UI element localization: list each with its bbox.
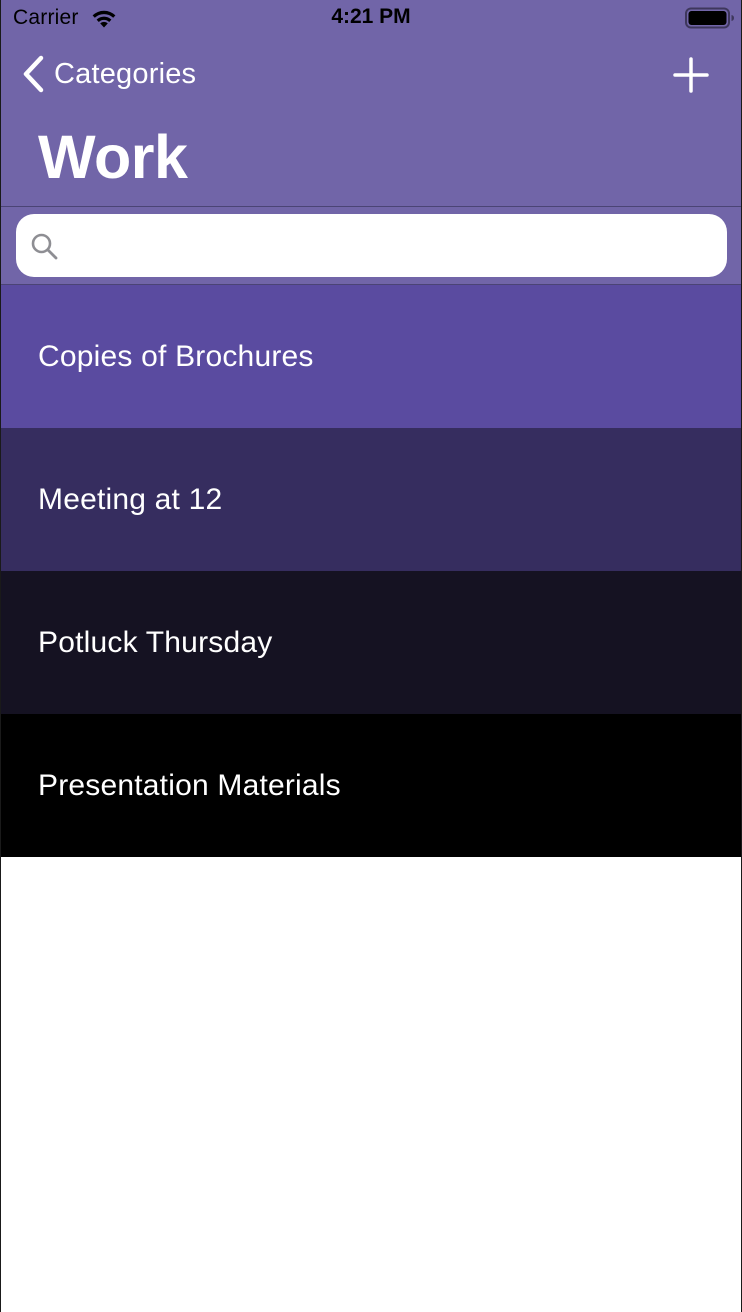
search-field[interactable]	[16, 214, 727, 279]
search-icon	[31, 233, 58, 260]
search-bar	[1, 207, 741, 285]
list-item[interactable]: Presentation Materials	[1, 714, 741, 857]
chevron-left-icon	[23, 55, 44, 93]
search-input[interactable]	[72, 214, 716, 279]
list-item[interactable]: Potluck Thursday	[1, 571, 741, 714]
clock-time: 4:21 PM	[331, 5, 411, 28]
page-title: Work	[38, 123, 188, 191]
back-button[interactable]: Categories	[21, 52, 196, 96]
list-item[interactable]: Meeting at 12	[1, 428, 741, 571]
app-screen: Carrier 4:21 PM Categories Work Copies o…	[0, 0, 742, 1312]
status-bar: Carrier 4:21 PM	[1, 0, 741, 40]
battery-full-icon	[685, 7, 734, 29]
navigation-bar: Carrier 4:21 PM Categories Work	[1, 0, 741, 207]
back-button-label: Categories	[54, 57, 197, 90]
todo-item-list: Copies of Brochures Meeting at 12 Potluck …	[1, 285, 741, 857]
list-item[interactable]: Copies of Brochures	[1, 285, 741, 428]
list-item-label: Copies of Brochures	[38, 339, 314, 373]
list-item-label: Meeting at 12	[38, 482, 223, 516]
list-item-label: Potluck Thursday	[38, 625, 273, 659]
plus-icon[interactable]	[669, 53, 713, 97]
list-item-label: Presentation Materials	[38, 768, 341, 802]
